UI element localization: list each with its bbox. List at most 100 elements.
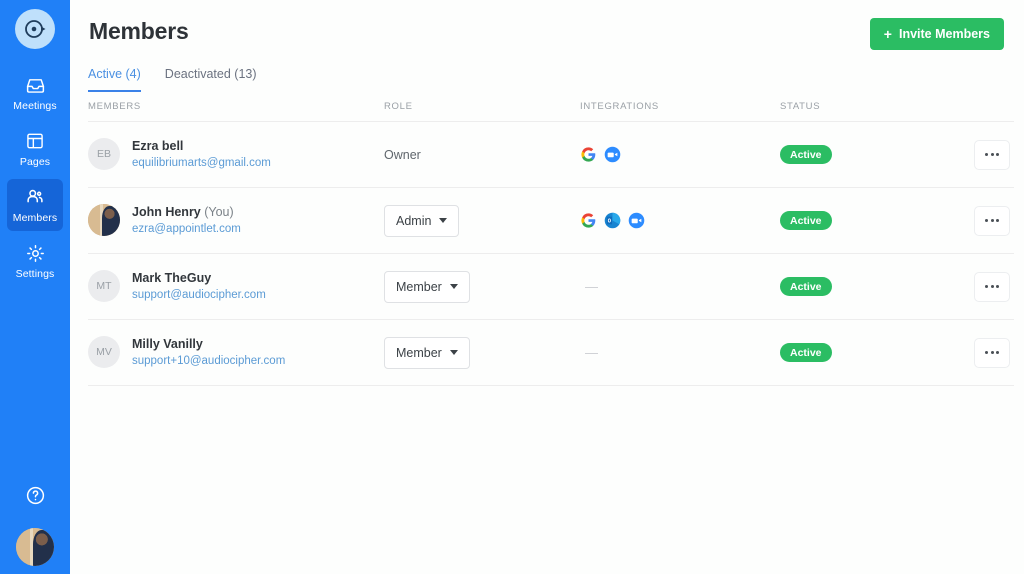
users-icon (24, 186, 46, 208)
row-menu-button[interactable] (974, 205, 1010, 236)
actions-cell (974, 205, 1014, 236)
zoom-icon[interactable] (604, 146, 621, 163)
role-dropdown-label: Member (396, 279, 442, 294)
chevron-down-icon (449, 284, 458, 289)
status-badge: Active (780, 211, 832, 231)
member-cell: MT Mark TheGuy support@audiocipher.com (88, 269, 384, 304)
row-menu-button[interactable] (974, 139, 1010, 170)
role-dropdown[interactable]: Admin (384, 204, 460, 237)
sidebar-item-label: Pages (19, 156, 51, 168)
sidebar-nav: Meetings Pages Members Settings (0, 67, 70, 291)
actions-cell (974, 139, 1014, 170)
dot (990, 153, 994, 156)
member-name-text: John Henry (132, 205, 201, 220)
integrations-empty: — (585, 278, 598, 294)
table-row: MV Milly Vanilly support+10@audiocipher.… (88, 320, 1014, 386)
status-cell: Active (780, 145, 974, 165)
dot (985, 351, 988, 354)
inbox-icon (25, 74, 46, 96)
member-identity: Mark TheGuy support@audiocipher.com (132, 269, 266, 304)
row-menu-button[interactable] (974, 271, 1010, 302)
tab-bar: Active (4) Deactivated (13) (70, 67, 1024, 92)
dot (990, 219, 994, 222)
role-dropdown[interactable]: Member (384, 336, 470, 369)
app-root: Meetings Pages Members Settings Members … (0, 0, 1024, 574)
table-row: John Henry (You) ezra@appointlet.com Adm… (88, 188, 1014, 254)
member-cell: John Henry (You) ezra@appointlet.com (88, 203, 384, 238)
member-cell: MV Milly Vanilly support+10@audiocipher.… (88, 335, 384, 370)
table-header-row: MEMBERS ROLE INTEGRATIONS STATUS (88, 92, 1014, 122)
sidebar-footer (0, 485, 70, 574)
gear-icon (25, 242, 46, 264)
member-name: Mark TheGuy (132, 271, 212, 286)
dot (985, 153, 988, 156)
google-icon[interactable] (580, 212, 597, 229)
members-table: MEMBERS ROLE INTEGRATIONS STATUS EB Ezra… (88, 92, 1014, 386)
avatar: EB (88, 138, 120, 171)
logo-glyph (25, 20, 46, 38)
sidebar-item-label: Members (12, 212, 58, 224)
status-badge: Active (780, 277, 832, 297)
avatar-photo (16, 528, 54, 566)
sidebar-item-settings[interactable]: Settings (7, 235, 63, 287)
member-name: Ezra bell (132, 139, 184, 154)
dot (996, 351, 999, 354)
member-you-suffix: (You) (204, 205, 234, 220)
plus-icon: + (883, 26, 892, 42)
member-identity: Ezra bell equilibriumarts@gmail.com (132, 137, 271, 172)
row-menu-button[interactable] (974, 337, 1010, 368)
dot (990, 351, 994, 354)
role-text: Owner (384, 147, 421, 162)
sidebar-item-label: Settings (15, 268, 55, 280)
table-row: EB Ezra bell equilibriumarts@gmail.com O… (88, 122, 1014, 188)
integration-icons (580, 146, 780, 163)
member-name: John Henry (You) (132, 203, 241, 221)
dot (996, 153, 999, 156)
member-cell: EB Ezra bell equilibriumarts@gmail.com (88, 137, 384, 172)
status-badge: Active (780, 343, 832, 363)
google-icon[interactable] (580, 146, 597, 163)
member-identity: Milly Vanilly support+10@audiocipher.com (132, 335, 285, 370)
tab-deactivated[interactable]: Deactivated (13) (165, 67, 257, 92)
dot (985, 285, 988, 288)
tab-active[interactable]: Active (4) (88, 67, 141, 92)
status-cell: Active (780, 343, 974, 363)
integration-icons (580, 212, 780, 229)
sidebar-item-pages[interactable]: Pages (7, 123, 63, 175)
member-email[interactable]: ezra@appointlet.com (132, 221, 241, 238)
status-cell: Active (780, 211, 974, 231)
page-title: Members (89, 18, 189, 44)
role-dropdown-label: Member (396, 345, 442, 360)
column-header-role: ROLE (384, 101, 413, 112)
appointlet-logo[interactable] (15, 9, 55, 49)
status-badge: Active (780, 145, 832, 165)
member-email[interactable]: equilibriumarts@gmail.com (132, 155, 271, 172)
sidebar-item-meetings[interactable]: Meetings (7, 67, 63, 119)
table-row: MT Mark TheGuy support@audiocipher.com M… (88, 254, 1014, 320)
office365-icon[interactable] (604, 212, 621, 229)
sidebar-item-label: Meetings (13, 100, 57, 112)
avatar[interactable] (16, 528, 54, 566)
integrations-cell (580, 146, 780, 163)
member-email[interactable]: support@audiocipher.com (132, 287, 266, 304)
chevron-down-icon (439, 218, 448, 223)
sidebar-item-members[interactable]: Members (7, 179, 63, 231)
dot (996, 219, 999, 222)
avatar-photo (88, 204, 120, 237)
column-header-integrations: INTEGRATIONS (580, 101, 659, 112)
sidebar: Meetings Pages Members Settings (0, 0, 70, 574)
integrations-cell: — (580, 278, 780, 296)
role-cell: Member (384, 336, 580, 369)
status-cell: Active (780, 277, 974, 297)
column-header-status: STATUS (780, 101, 821, 112)
dot (985, 219, 988, 222)
role-dropdown[interactable]: Member (384, 270, 470, 303)
member-name: Milly Vanilly (132, 337, 203, 352)
zoom-icon[interactable] (628, 212, 645, 229)
integrations-cell (580, 212, 780, 229)
integrations-empty: — (585, 344, 598, 360)
member-email[interactable]: support+10@audiocipher.com (132, 353, 285, 370)
help-icon[interactable] (25, 485, 46, 511)
invite-members-button[interactable]: + Invite Members (869, 18, 1004, 50)
layout-icon (25, 130, 45, 152)
